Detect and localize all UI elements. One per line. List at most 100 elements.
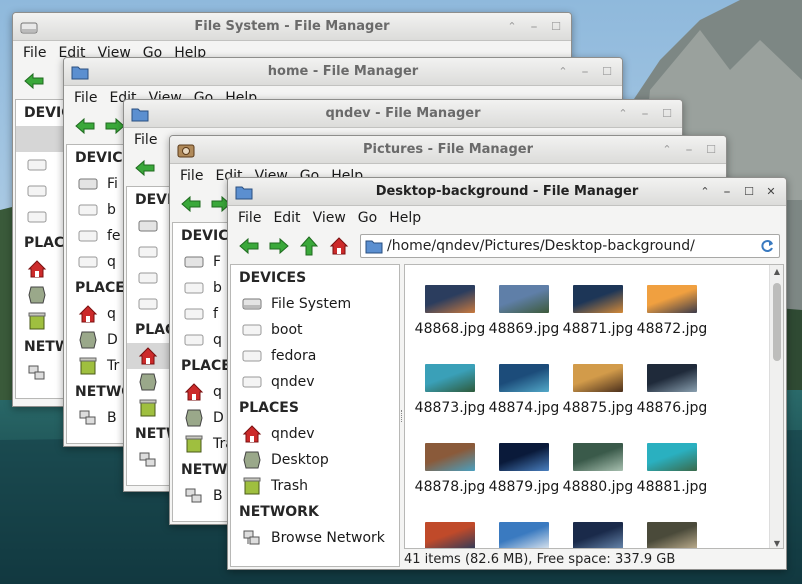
- file-item[interactable]: 48881.jpg: [635, 435, 709, 511]
- maximize-button[interactable]: ☐: [596, 64, 618, 80]
- menu-view[interactable]: View: [307, 210, 352, 226]
- image-thumbnail: [425, 364, 475, 392]
- file-item[interactable]: 48873.jpg: [413, 356, 487, 432]
- minimize-button[interactable]: ⎯: [634, 106, 656, 122]
- back-button[interactable]: [234, 233, 264, 259]
- file-name: 48875.jpg: [562, 400, 634, 416]
- back-button[interactable]: [19, 68, 49, 94]
- sidebar-item-fedora[interactable]: fedora: [231, 343, 399, 369]
- image-thumbnail: [499, 443, 549, 471]
- menu-file[interactable]: File: [128, 132, 163, 148]
- sidebar-item-label: Fi: [107, 176, 118, 192]
- titlebar[interactable]: Desktop-background - File Manager ⌃ ⎯ ☐ …: [228, 178, 786, 206]
- drive-icon: [27, 211, 47, 223]
- scrollbar-thumb[interactable]: [773, 283, 781, 361]
- image-thumbnail: [499, 522, 549, 548]
- shade-button[interactable]: ⌃: [501, 19, 523, 35]
- sidebar-item-desktop[interactable]: Desktop: [231, 447, 399, 473]
- file-name: 48880.jpg: [562, 479, 634, 495]
- sidebar: DEVICES File System boot fedora qndev PL…: [230, 264, 400, 567]
- file-item[interactable]: 48869.jpg: [487, 277, 561, 353]
- menu-file[interactable]: File: [17, 45, 52, 61]
- titlebar[interactable]: qndev - File Manager ⌃ ⎯ ☐: [124, 100, 682, 128]
- drive-icon: [242, 324, 262, 336]
- file-name: 48872.jpg: [636, 321, 708, 337]
- file-item[interactable]: 48868.jpg: [413, 277, 487, 353]
- reload-icon[interactable]: [759, 238, 775, 254]
- sidebar-item-label: fe: [107, 228, 121, 244]
- menu-file[interactable]: File: [232, 210, 267, 226]
- menu-help[interactable]: Help: [383, 210, 427, 226]
- sidebar-item-qndev[interactable]: qndev: [231, 369, 399, 395]
- home-button[interactable]: [324, 233, 354, 259]
- up-button[interactable]: [294, 233, 324, 259]
- drive-icon: [138, 220, 158, 232]
- minimize-button[interactable]: ⎯: [574, 64, 596, 80]
- maximize-button[interactable]: ☐: [545, 19, 567, 35]
- file-item[interactable]: 48880.jpg: [561, 435, 635, 511]
- sidebar-item-trash[interactable]: Trash: [231, 473, 399, 499]
- location-bar[interactable]: /home/qndev/Pictures/Desktop-background/: [360, 234, 780, 258]
- maximize-button[interactable]: ☐: [656, 106, 678, 122]
- home-icon: [329, 237, 349, 255]
- file-item[interactable]: 48879.jpg: [487, 435, 561, 511]
- sidebar-item-boot[interactable]: boot: [231, 317, 399, 343]
- scroll-down-arrow[interactable]: ▼: [770, 539, 783, 548]
- shade-button[interactable]: ⌃: [694, 184, 716, 200]
- file-item[interactable]: [561, 514, 635, 548]
- titlebar[interactable]: home - File Manager ⌃ ⎯ ☐: [64, 58, 622, 86]
- file-item[interactable]: 48874.jpg: [487, 356, 561, 432]
- shade-button[interactable]: ⌃: [612, 106, 634, 122]
- sidebar-item-filesystem[interactable]: File System: [231, 291, 399, 317]
- file-item[interactable]: 48871.jpg: [561, 277, 635, 353]
- back-button[interactable]: [176, 191, 206, 217]
- drive-icon: [184, 256, 204, 268]
- file-item[interactable]: [635, 514, 709, 548]
- image-thumbnail: [499, 285, 549, 313]
- file-item[interactable]: [413, 514, 487, 548]
- image-thumbnail: [573, 364, 623, 392]
- sidebar-item-home[interactable]: qndev: [231, 421, 399, 447]
- network-icon: [243, 530, 260, 545]
- location-text[interactable]: /home/qndev/Pictures/Desktop-background/: [387, 238, 695, 254]
- places-header: PLACES: [239, 400, 299, 416]
- shade-button[interactable]: ⌃: [552, 64, 574, 80]
- drive-icon: [138, 298, 158, 310]
- file-manager-window-desktop-background[interactable]: Desktop-background - File Manager ⌃ ⎯ ☐ …: [227, 177, 787, 570]
- maximize-button[interactable]: ☐: [738, 184, 760, 200]
- menu-edit[interactable]: Edit: [267, 210, 306, 226]
- close-button[interactable]: ✕: [760, 184, 782, 200]
- vertical-scrollbar[interactable]: ▲ ▼: [769, 265, 783, 548]
- window-title: File System - File Manager: [194, 19, 390, 34]
- back-button[interactable]: [130, 155, 160, 181]
- file-item[interactable]: 48876.jpg: [635, 356, 709, 432]
- titlebar[interactable]: Pictures - File Manager ⌃ ⎯ ☐: [170, 136, 726, 164]
- maximize-button[interactable]: ☐: [700, 142, 722, 158]
- image-thumbnail: [647, 522, 697, 548]
- file-item[interactable]: 48878.jpg: [413, 435, 487, 511]
- file-item[interactable]: 48875.jpg: [561, 356, 635, 432]
- file-name: 48878.jpg: [414, 479, 486, 495]
- desktop-icon: [243, 451, 261, 469]
- menu-file[interactable]: File: [174, 168, 209, 184]
- minimize-button[interactable]: ⎯: [716, 184, 738, 200]
- sidebar-item-browse-network[interactable]: Browse Network: [231, 525, 399, 551]
- menu-file[interactable]: File: [68, 90, 103, 106]
- sidebar-item-label: q: [213, 384, 222, 400]
- shade-button[interactable]: ⌃: [656, 142, 678, 158]
- file-view[interactable]: 48868.jpg 48869.jpg 48871.jpg 48872.jpg 4887…: [404, 264, 784, 549]
- sidebar-item-label: D: [213, 410, 224, 426]
- home-icon: [242, 425, 262, 443]
- titlebar[interactable]: File System - File Manager ⌃ ⎯ ☐: [13, 13, 571, 41]
- minimize-button[interactable]: ⎯: [523, 19, 545, 35]
- desktop-icon: [79, 331, 97, 349]
- file-item[interactable]: 48872.jpg: [635, 277, 709, 353]
- menu-go[interactable]: Go: [352, 210, 383, 226]
- forward-arrow-icon: [105, 117, 125, 135]
- file-item[interactable]: [487, 514, 561, 548]
- back-button[interactable]: [70, 113, 100, 139]
- sidebar-item-label: Tr: [107, 358, 120, 374]
- minimize-button[interactable]: ⎯: [678, 142, 700, 158]
- forward-button[interactable]: [264, 233, 294, 259]
- scroll-up-arrow[interactable]: ▲: [770, 267, 783, 276]
